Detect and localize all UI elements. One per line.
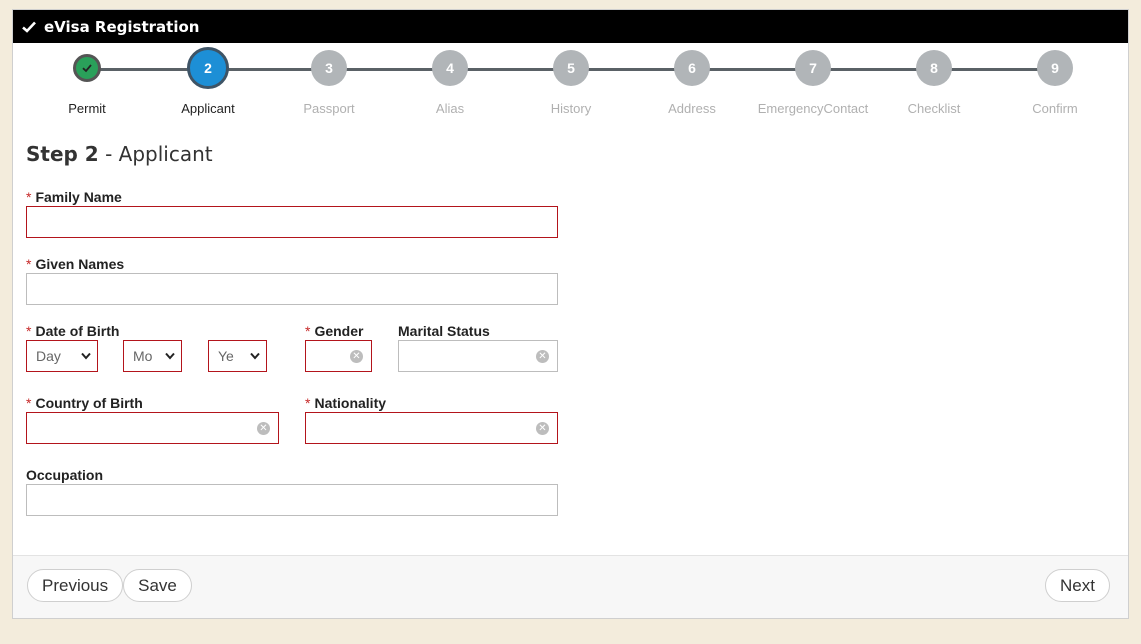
clear-icon[interactable]: ✕ <box>536 422 549 435</box>
step-label: Address <box>668 101 716 116</box>
step-alias: 4 Alias <box>390 50 510 116</box>
required-marker: * <box>305 323 311 339</box>
required-marker: * <box>26 189 32 205</box>
step-label: EmergencyContact <box>757 101 869 116</box>
nationality-select[interactable]: ✕ <box>305 412 558 444</box>
step-label: History <box>550 101 592 116</box>
app-title: eVisa Registration <box>44 17 200 36</box>
step-progress: Permit 2 Applicant 3 Passport 4 Alias 5 … <box>13 43 1128 123</box>
chevron-down-icon <box>81 352 91 360</box>
step-number-title: Step 2 <box>26 142 99 166</box>
step-history: 5 History <box>511 50 631 116</box>
family-name-label: * Family Name <box>26 189 122 205</box>
step-label: Permit <box>68 101 106 116</box>
step-applicant[interactable]: 2 Applicant <box>148 47 268 116</box>
form-footer: Previous Save Next <box>13 555 1128 618</box>
step-number: 8 <box>916 50 952 86</box>
step-label: Passport <box>303 101 355 116</box>
occupation-label: Occupation <box>26 467 104 483</box>
gender-label: * Gender <box>305 323 364 339</box>
given-names-field[interactable] <box>26 273 558 305</box>
family-name-field[interactable] <box>26 206 558 238</box>
birth-day-select[interactable]: Day <box>26 340 98 372</box>
step-number: 3 <box>311 50 347 86</box>
step-number: 5 <box>553 50 589 86</box>
registration-panel: eVisa Registration Permit 2 Applicant 3 … <box>12 9 1129 619</box>
step-confirm: 9 Confirm <box>995 50 1115 116</box>
step-permit[interactable]: Permit <box>27 50 147 116</box>
step-number: 4 <box>432 50 468 86</box>
gender-select[interactable]: ✕ <box>305 340 372 372</box>
required-marker: * <box>26 323 32 339</box>
step-complete-icon <box>73 54 101 82</box>
step-passport: 3 Passport <box>269 50 389 116</box>
chevron-down-icon <box>250 352 260 360</box>
birth-month-select[interactable]: Mo <box>123 340 182 372</box>
page-title: Step 2 - Applicant <box>26 142 213 166</box>
date-of-birth-label: * Date of Birth <box>26 323 120 339</box>
marital-status-select[interactable]: ✕ <box>398 340 558 372</box>
step-label: Alias <box>435 101 465 116</box>
step-checklist: 8 Checklist <box>874 50 994 116</box>
birth-day-value: Day <box>36 348 61 364</box>
marital-status-label: Marital Status <box>398 323 490 339</box>
required-marker: * <box>26 256 32 272</box>
step-number: 7 <box>795 50 831 86</box>
step-label: Applicant <box>181 101 235 116</box>
required-marker: * <box>26 395 32 411</box>
nationality-label: * Nationality <box>305 395 387 411</box>
previous-button[interactable]: Previous <box>27 569 123 602</box>
title-bar: eVisa Registration <box>13 10 1128 43</box>
next-button[interactable]: Next <box>1045 569 1110 602</box>
clear-icon[interactable]: ✕ <box>257 422 270 435</box>
birth-year-value: Ye <box>218 348 234 364</box>
save-button[interactable]: Save <box>123 569 192 602</box>
required-marker: * <box>305 395 311 411</box>
birth-month-value: Mo <box>133 348 153 364</box>
step-label: Confirm <box>1032 101 1078 116</box>
step-address: 6 Address <box>632 50 752 116</box>
clear-icon[interactable]: ✕ <box>536 350 549 363</box>
birth-year-select[interactable]: Ye <box>208 340 267 372</box>
step-number: 2 <box>187 47 229 89</box>
step-number: 9 <box>1037 50 1073 86</box>
step-number: 6 <box>674 50 710 86</box>
step-emergency-contact: 7 EmergencyContact <box>753 50 873 116</box>
occupation-field[interactable] <box>26 484 558 516</box>
country-of-birth-label: * Country of Birth <box>26 395 143 411</box>
chevron-down-icon <box>165 352 175 360</box>
check-icon <box>22 20 36 34</box>
given-names-label: * Given Names <box>26 256 125 272</box>
country-of-birth-select[interactable]: ✕ <box>26 412 279 444</box>
step-label: Checklist <box>907 101 961 116</box>
clear-icon[interactable]: ✕ <box>350 350 363 363</box>
step-name-title: - Applicant <box>105 142 213 166</box>
